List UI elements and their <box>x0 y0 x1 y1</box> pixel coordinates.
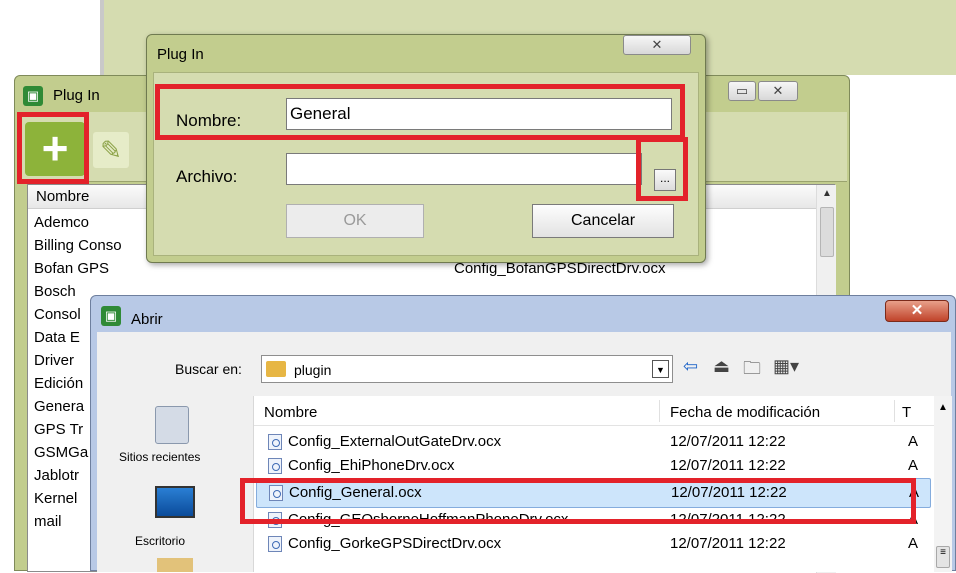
archivo-label: Archivo: <box>176 167 238 186</box>
ocx-file-icon <box>268 434 282 450</box>
edit-plugin-button[interactable]: ✎ <box>93 132 129 168</box>
file-date: 12/07/2011 12:22 <box>670 535 786 552</box>
scroll-thumb[interactable] <box>820 207 834 257</box>
buscar-label: Buscar en: <box>175 361 242 377</box>
folder-icon <box>266 361 286 377</box>
column-header-fecha[interactable]: Fecha de modificación <box>670 404 820 421</box>
list-header-nombre: Nombre <box>36 188 90 205</box>
file-list-header: Nombre Fecha de modificación T <box>254 396 934 426</box>
plugin-dialog: Plug In ✕ Nombre: General Archivo: ... O… <box>146 34 706 263</box>
file-row[interactable]: Config_ExternalOutGateDrv.ocx 12/07/2011… <box>254 430 951 454</box>
list-item[interactable]: Edición <box>34 375 83 392</box>
abrir-dialog-body: Buscar en: plugin ▼ ⇦ ⏏ 🗀 ▦▾ Sitios reci… <box>97 332 952 572</box>
nombre-highlight <box>155 84 685 140</box>
list-item[interactable]: Driver <box>34 352 74 369</box>
sidebar-item-recent[interactable]: Sitios recientes <box>111 402 231 482</box>
list-item[interactable]: Ademco <box>34 214 89 231</box>
pencil-icon: ✎ <box>100 135 122 165</box>
file-name: Config_GorkeGPSDirectDrv.ocx <box>288 535 502 552</box>
list-item[interactable]: Kernel <box>34 490 77 507</box>
column-header-nombre[interactable]: Nombre <box>264 404 317 421</box>
list-item[interactable]: Genera <box>34 398 84 415</box>
abrir-dialog-title: Abrir <box>131 311 163 328</box>
new-folder-icon[interactable]: 🗀 <box>743 356 761 386</box>
list-item[interactable]: Jablotr <box>34 467 79 484</box>
abrir-close-button[interactable]: ✕ <box>885 300 949 322</box>
file-name: Config_EhiPhoneDrv.ocx <box>288 457 455 474</box>
plugin-dialog-close-button[interactable]: ✕ <box>623 35 691 55</box>
sidebar-item-desktop[interactable]: Escritorio <box>111 482 231 562</box>
browse-highlight <box>636 137 688 201</box>
list-item[interactable]: GSMGa <box>34 444 88 461</box>
list-item[interactable]: mail <box>34 513 62 530</box>
desktop-icon <box>155 486 195 518</box>
main-window-icon: ▣ <box>23 86 43 106</box>
up-folder-icon[interactable]: ⏏ <box>713 356 730 377</box>
folder-name: plugin <box>294 362 332 378</box>
abrir-dialog: ▣ Abrir ✕ Buscar en: plugin ▼ ⇦ ⏏ 🗀 ▦▾ S… <box>90 295 956 572</box>
scroll-up-arrow[interactable]: ▲ <box>822 188 832 199</box>
list-item[interactable]: Bofan GPS <box>34 260 109 277</box>
selected-file-highlight <box>240 478 916 524</box>
column-divider <box>894 400 895 422</box>
background-divider <box>100 0 104 75</box>
plugin-dialog-title: Plug In <box>157 46 204 63</box>
sidebar-item-partial-icon <box>157 558 193 572</box>
file-date: 12/07/2011 12:22 <box>670 457 786 474</box>
main-maximize-button[interactable]: ▭ <box>728 81 756 101</box>
ocx-file-icon <box>268 458 282 474</box>
file-row[interactable]: Config_EhiPhoneDrv.ocx 12/07/2011 12:22 … <box>254 454 951 478</box>
list-item[interactable]: Consol <box>34 306 81 323</box>
list-item[interactable]: Bosch <box>34 283 76 300</box>
folder-combobox[interactable]: plugin ▼ <box>261 355 673 383</box>
file-scroll-up-arrow[interactable]: ▲ <box>938 402 948 413</box>
archivo-input[interactable] <box>286 153 642 185</box>
folder-dropdown-button[interactable]: ▼ <box>652 360 669 378</box>
cancel-button[interactable]: Cancelar <box>532 204 674 238</box>
main-window-title: Plug In <box>53 87 100 104</box>
file-type: A <box>908 457 919 474</box>
column-header-tipo[interactable]: T <box>902 404 911 421</box>
file-date: 12/07/2011 12:22 <box>670 433 786 450</box>
recent-places-icon <box>155 406 189 444</box>
list-item[interactable]: Billing Conso <box>34 237 122 254</box>
file-row[interactable]: Config_GorkeGPSDirectDrv.ocx 12/07/2011 … <box>254 532 951 556</box>
view-menu-icon[interactable]: ▦▾ <box>773 356 799 377</box>
sidebar-label-recent: Sitios recientes <box>119 450 201 464</box>
abrir-dialog-icon: ▣ <box>101 306 121 326</box>
file-name: Config_ExternalOutGateDrv.ocx <box>288 433 502 450</box>
ok-button[interactable]: OK <box>286 204 424 238</box>
column-divider <box>659 400 660 422</box>
file-type: A <box>908 433 919 450</box>
main-close-button[interactable]: ✕ <box>758 81 798 101</box>
close-icon: ✕ <box>910 302 924 319</box>
back-arrow-icon[interactable]: ⇦ <box>683 356 698 377</box>
sidebar-label-desktop: Escritorio <box>135 534 186 548</box>
list-item[interactable]: Data E <box>34 329 80 346</box>
file-type: A <box>908 535 919 552</box>
ocx-file-icon <box>268 536 282 552</box>
add-button-highlight <box>17 112 89 184</box>
list-item[interactable]: GPS Tr <box>34 421 83 438</box>
